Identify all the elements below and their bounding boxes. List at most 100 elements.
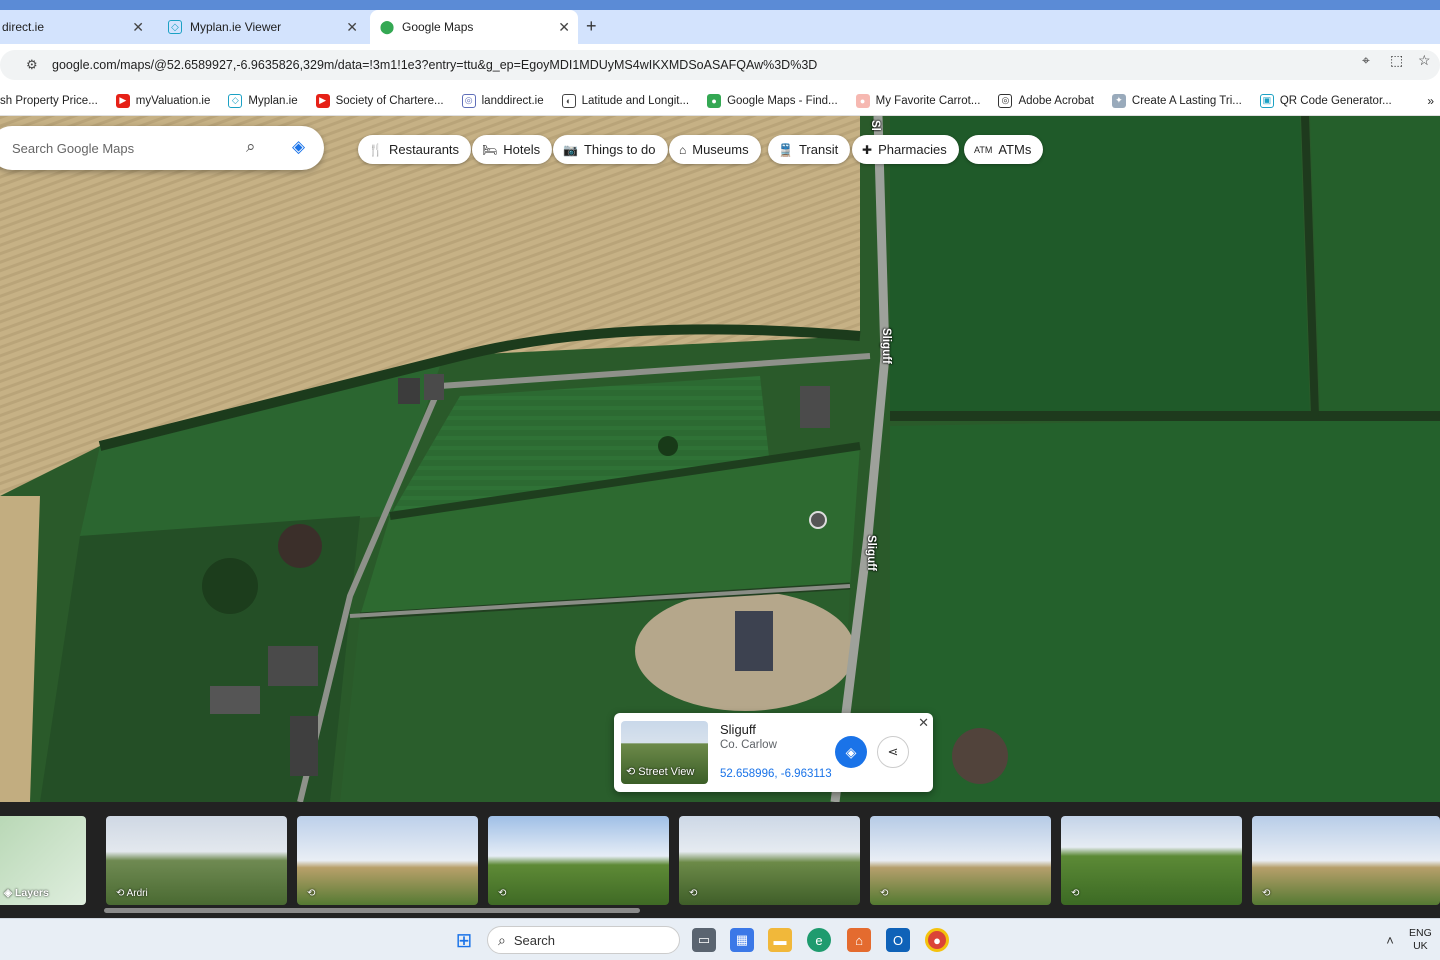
chip-label: Museums (692, 142, 749, 157)
tab-landdirect[interactable]: direct.ie ✕ (0, 10, 152, 44)
chip-label: Things to do (583, 142, 656, 157)
myplan-icon: ◇ (228, 93, 243, 108)
tab-google-maps[interactable]: ⬤ Google Maps ✕ (370, 10, 578, 44)
photo-label: ⟲ (1262, 888, 1271, 899)
chip-museums[interactable]: ⌂ Museums (669, 135, 761, 164)
bookmark-label: Latitude and Longit... (581, 94, 690, 107)
street-photo[interactable]: ⟲ (488, 816, 669, 905)
photo-label: ⟲ (498, 888, 507, 899)
bookmark-label: Create A Lasting Tri... (1131, 94, 1242, 107)
bookmark-label: My Favorite Carrot... (875, 94, 981, 107)
bookmark-label: QR Code Generator... (1279, 94, 1392, 107)
place-title[interactable]: Sliguff (720, 722, 756, 737)
bookmark-item[interactable]: ◎ Adobe Acrobat (998, 93, 1094, 108)
directions-button[interactable]: ◈ (835, 736, 867, 768)
language-indicator[interactable]: ENG UK (1409, 927, 1432, 953)
bookmark-label: Myplan.ie (248, 94, 298, 107)
close-icon[interactable]: ✕ (132, 19, 144, 36)
chip-pharmacies[interactable]: ✚ Pharmacies (852, 135, 959, 164)
photo-strip: ◈ Layers ⟲ Ardri ⟲ ⟲ ⟲ ⟲ ⟲ ⟲ (0, 802, 1440, 918)
store-icon[interactable]: ▦ (730, 928, 754, 952)
bookmark-item[interactable]: ◎ landdirect.ie (461, 93, 544, 108)
bookmark-item[interactable]: ▣ QR Code Generator... (1259, 93, 1392, 108)
street-photo[interactable]: ⟲ Ardri (106, 816, 287, 905)
street-photo[interactable]: ⟲ (1252, 816, 1440, 905)
bookmark-item[interactable]: sh Property Price... (0, 95, 98, 107)
url-text[interactable]: google.com/maps/@52.6589927,-6.9635826,3… (52, 58, 817, 72)
chip-restaurants[interactable]: 🍴 Restaurants (358, 135, 472, 164)
photo-label: ⟲ (880, 888, 889, 899)
location-icon[interactable]: ⌖ (1362, 52, 1370, 69)
photo-label: ⟲ (307, 888, 316, 899)
bookmark-item[interactable]: ◇ Myplan.ie (228, 93, 298, 108)
search-icon[interactable]: ⌕ (246, 137, 256, 157)
task-view-icon[interactable]: ▭ (692, 928, 716, 952)
layers-button[interactable]: ◈ Layers (0, 816, 86, 905)
windows-start-icon[interactable]: ⊞ (452, 928, 476, 952)
globe-icon: ◎ (461, 93, 476, 108)
photo-strip-scrollbar[interactable] (104, 908, 640, 913)
museum-icon: ⌂ (679, 142, 687, 157)
search-input[interactable] (12, 140, 232, 156)
photo-label: ⟲ (689, 888, 698, 899)
chrome-icon[interactable]: ● (925, 928, 949, 952)
tab-title: Myplan.ie Viewer (190, 20, 282, 34)
close-icon[interactable]: ✕ (918, 715, 929, 731)
bookmark-item[interactable]: ◐ Latitude and Longit... (561, 93, 690, 108)
layers-text: Layers (15, 887, 49, 899)
street-photo[interactable]: ⟲ (297, 816, 478, 905)
install-app-icon[interactable]: ⬚ (1390, 52, 1403, 69)
pharmacy-icon: ✚ (862, 142, 873, 157)
satellite-map[interactable] (0, 116, 1440, 802)
bookmark-item[interactable]: ▶ myValuation.ie (115, 93, 211, 108)
maps-pin-icon: ● (707, 93, 722, 108)
chip-label: Restaurants (388, 142, 460, 157)
bookmark-star-icon[interactable]: ☆ (1418, 52, 1431, 69)
taskbar-search[interactable]: ⌕ Search (487, 926, 680, 954)
street-view-label: ⟲ Street View (626, 766, 695, 778)
new-tab-button[interactable]: + (586, 16, 597, 37)
bookmark-item[interactable]: ● Google Maps - Find... (707, 93, 838, 108)
chip-transit[interactable]: 🚆 Transit (768, 135, 851, 164)
outlook-icon[interactable]: O (886, 928, 910, 952)
bird-icon: ✦ (1111, 93, 1126, 108)
share-button[interactable]: ⋖ (877, 736, 909, 768)
maps-search-box[interactable]: ⌕ ◈ (0, 126, 324, 170)
youtube-icon: ▶ (315, 93, 330, 108)
lang-top: ENG (1409, 927, 1432, 939)
photo-label-text: Ardri (126, 888, 148, 899)
street-view-thumbnail[interactable]: ⟲ Street View (621, 721, 708, 784)
more-bookmarks-icon[interactable]: » (1427, 94, 1434, 108)
chip-atms[interactable]: ATM ATMs (964, 135, 1044, 164)
place-coordinates[interactable]: 52.658996, -6.963113 (720, 768, 832, 780)
layers-label: ◈ Layers (4, 887, 49, 899)
place-info-card[interactable]: ⟲ Street View Sliguff Co. Carlow 52.6589… (614, 713, 933, 792)
chip-label: Hotels (503, 142, 541, 157)
street-photo[interactable]: ⟲ (1061, 816, 1242, 905)
tab-strip: direct.ie ✕ ◇ Myplan.ie Viewer ✕ ⬤ Googl… (0, 0, 1440, 44)
globe-icon: ◎ (998, 93, 1013, 108)
close-icon[interactable]: ✕ (346, 19, 358, 36)
edge-icon[interactable]: e (807, 928, 831, 952)
file-explorer-icon[interactable]: ▬ (768, 928, 792, 952)
search-icon: ⌕ (498, 931, 506, 948)
bookmark-item[interactable]: ● My Favorite Carrot... (855, 93, 981, 108)
street-photo[interactable]: ⟲ (870, 816, 1051, 905)
chevron-up-icon[interactable]: ˄ (1378, 928, 1402, 952)
close-icon[interactable]: ✕ (558, 19, 570, 36)
bookmark-label: myValuation.ie (135, 94, 211, 107)
site-settings-icon[interactable]: ⚙ (26, 57, 44, 73)
address-bar[interactable]: ⚙ google.com/maps/@52.6589927,-6.9635826… (0, 50, 1440, 80)
directions-icon[interactable]: ◈ (292, 137, 305, 157)
browser-toolbar: ⚙ google.com/maps/@52.6589927,-6.9635826… (0, 44, 1440, 86)
tab-myplan[interactable]: ◇ Myplan.ie Viewer ✕ (158, 10, 366, 44)
bookmark-label: Google Maps - Find... (727, 94, 838, 107)
chip-hotels[interactable]: 🛏 Hotels (472, 135, 553, 164)
bookmark-item[interactable]: ✦ Create A Lasting Tri... (1111, 93, 1242, 108)
street-photo[interactable]: ⟲ (679, 816, 860, 905)
place-subtitle: Co. Carlow (720, 739, 777, 751)
bookmark-item[interactable]: ▶ Society of Chartere... (315, 93, 444, 108)
compass-icon: ◐ (561, 93, 576, 108)
app-icon[interactable]: ⌂ (847, 928, 871, 952)
chip-things-to-do[interactable]: 📷 Things to do (553, 135, 668, 164)
